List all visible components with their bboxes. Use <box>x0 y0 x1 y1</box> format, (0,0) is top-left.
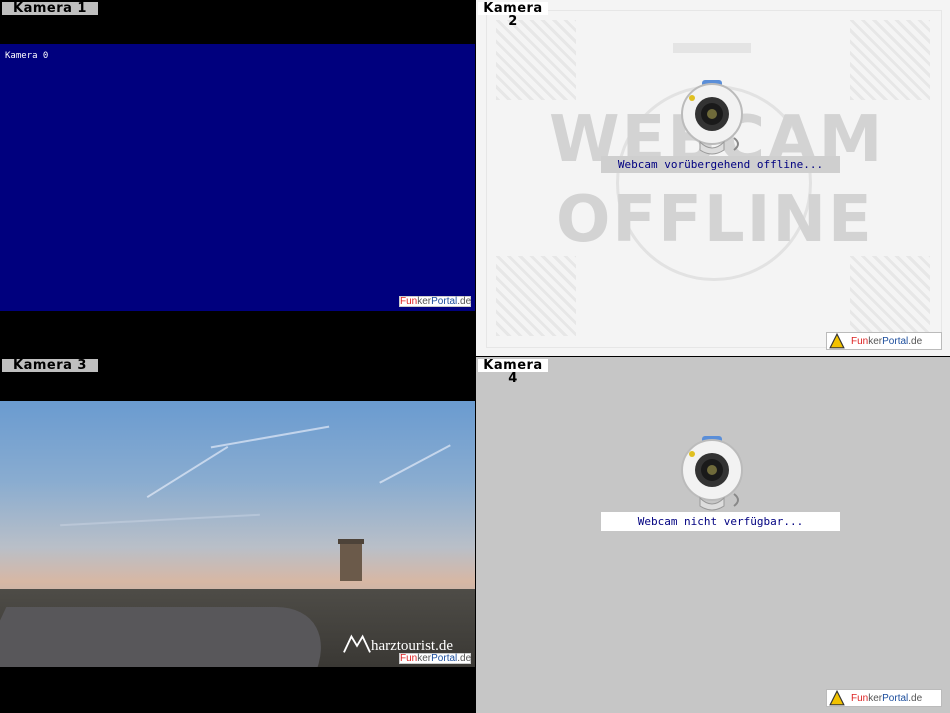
tower <box>338 539 364 581</box>
camera-1-feed: Kamera 0 FunkerPortal.de <box>0 44 475 311</box>
contrail <box>60 513 260 527</box>
harztourist-logo-icon <box>343 634 371 653</box>
funkerportal-logo: FunkerPortal.de <box>399 296 471 307</box>
road <box>0 607 347 667</box>
camera-4-status: Webcam nicht verfügbar... <box>601 512 840 531</box>
webcam-icon <box>681 80 743 155</box>
camera-3-feed: harztourist.de FunkerPortal.de <box>0 401 475 667</box>
offline-bg-text-2: OFFLINE <box>556 183 874 257</box>
funkerportal-logo-icon <box>829 690 845 706</box>
camera-4-label: Kamera 4 <box>478 359 548 385</box>
camera-3-label: Kamera 3 <box>2 359 98 372</box>
camera-1-pane[interactable]: Kamera 1 Kamera 0 FunkerPortal.de <box>0 0 475 356</box>
contrail <box>146 445 229 499</box>
test-pattern-stripe <box>496 20 576 100</box>
test-pattern-stripe <box>496 256 576 336</box>
test-pattern-stripe <box>850 20 930 100</box>
camera-3-pane[interactable]: Kamera 3 harztourist.de FunkerPortal.de <box>0 357 475 713</box>
camera-1-label: Kamera 1 <box>2 2 98 15</box>
camera-2-status: Webcam vorübergehend offline... <box>601 156 840 173</box>
camera-2-pane[interactable]: Kamera 2 WEBCAM OFFLINE Webcam vorüberge… <box>476 0 950 356</box>
webcam-icon <box>681 436 743 511</box>
contrail <box>210 425 330 449</box>
contrail <box>379 444 451 484</box>
camera-2-label: Kamera 2 <box>478 2 548 28</box>
test-pattern-stripe <box>850 256 930 336</box>
camera-1-osd-text: Kamera 0 <box>5 51 49 61</box>
camera-4-pane[interactable]: Kamera 4 Webcam nicht verfügbar... Funke… <box>476 357 950 713</box>
funkerportal-logo-icon <box>829 333 845 349</box>
funkerportal-logo: FunkerPortal.de <box>399 653 471 664</box>
funkerportal-logo: FunkerPortal.de <box>826 332 942 350</box>
test-pattern-bar <box>673 43 751 53</box>
funkerportal-logo: FunkerPortal.de <box>826 689 942 707</box>
